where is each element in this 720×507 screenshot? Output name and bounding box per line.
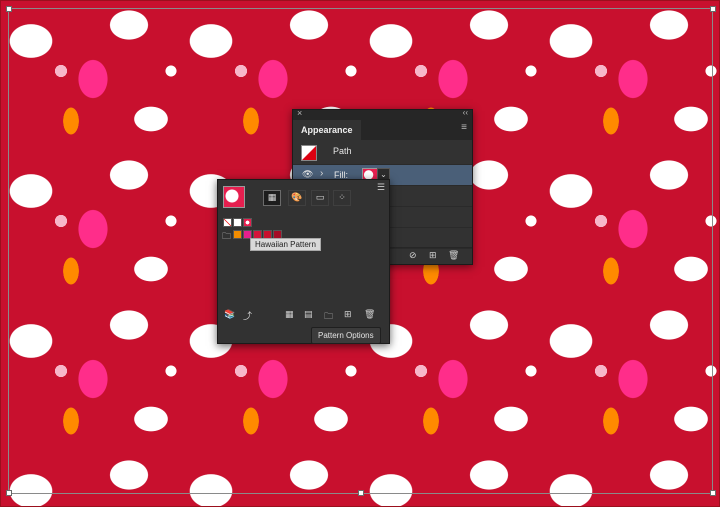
path-thumbnail [301, 145, 317, 161]
new-swatch-icon[interactable]: ⊞ [344, 309, 352, 320]
appearance-tabbar: Appearance ≡ [293, 118, 472, 140]
clear-appearance-icon[interactable]: ⊘ [409, 250, 417, 261]
selected-swatch-preview [223, 186, 245, 208]
swatch-libraries-icon[interactable]: 📚 [224, 309, 235, 320]
pattern-options-button[interactable]: Pattern Options [311, 327, 381, 344]
new-color-group-icon[interactable]: 🗀 [324, 309, 333, 325]
chevron-right-icon[interactable]: › [320, 168, 323, 179]
folder-icon: 🗀 [222, 231, 232, 241]
pattern-swatch-icon[interactable]: ▦ [263, 190, 281, 206]
selection-handle-bottom-center[interactable] [358, 490, 364, 496]
swatch-grid: 🗀 Hawaiian Pattern [218, 212, 389, 302]
hamburger-menu-icon[interactable]: ≡ [461, 122, 467, 133]
show-kinds-icon[interactable]: ▦ [285, 309, 294, 320]
swatch-options-icon[interactable]: ▤ [304, 309, 313, 320]
none-swatch[interactable] [223, 218, 232, 227]
selection-handle-bottom-left[interactable] [6, 490, 12, 496]
registration-swatch[interactable] [233, 218, 242, 227]
selection-handle-bottom-right[interactable] [710, 490, 716, 496]
pattern-swatch[interactable] [243, 218, 252, 227]
path-label: Path [333, 146, 352, 156]
swatches-toolbar: 📚 ⤴ ▦ ▤ 🗀 ⊞ 🗑 [218, 309, 389, 323]
tab-appearance[interactable]: Appearance [293, 120, 361, 140]
trash-icon[interactable]: 🗑 [448, 250, 459, 261]
path-row[interactable]: Path [293, 140, 472, 165]
color-group-icon[interactable]: 🎨 [288, 190, 306, 206]
selection-handle-top-right[interactable] [710, 6, 716, 12]
list-view-icon[interactable]: ⁘ [333, 190, 351, 206]
double-chevron-icon[interactable]: ‹‹ [463, 108, 468, 117]
selection-handle-top-left[interactable] [6, 6, 12, 12]
hamburger-menu-icon[interactable]: ☰ [377, 182, 385, 193]
swatches-header: ▦ 🎨 ▭ ⁘ ☰ [218, 180, 389, 212]
gradient-swatch-icon[interactable]: ▭ [311, 190, 329, 206]
swatches-panel: ▦ 🎨 ▭ ⁘ ☰ 🗀 Hawaiian Pattern 📚 ⤴ ▦ ▤ 🗀 ⊞… [217, 179, 390, 344]
orange-swatch[interactable] [233, 230, 242, 239]
panel-grip[interactable]: × ‹‹ [293, 108, 472, 118]
close-icon[interactable]: × [297, 108, 302, 118]
trash-icon[interactable]: 🗑 [364, 309, 375, 320]
duplicate-item-icon[interactable]: ⊞ [429, 250, 437, 261]
place-swatch-icon[interactable]: ⤴ [243, 309, 252, 322]
swatch-tooltip: Hawaiian Pattern [250, 238, 321, 251]
